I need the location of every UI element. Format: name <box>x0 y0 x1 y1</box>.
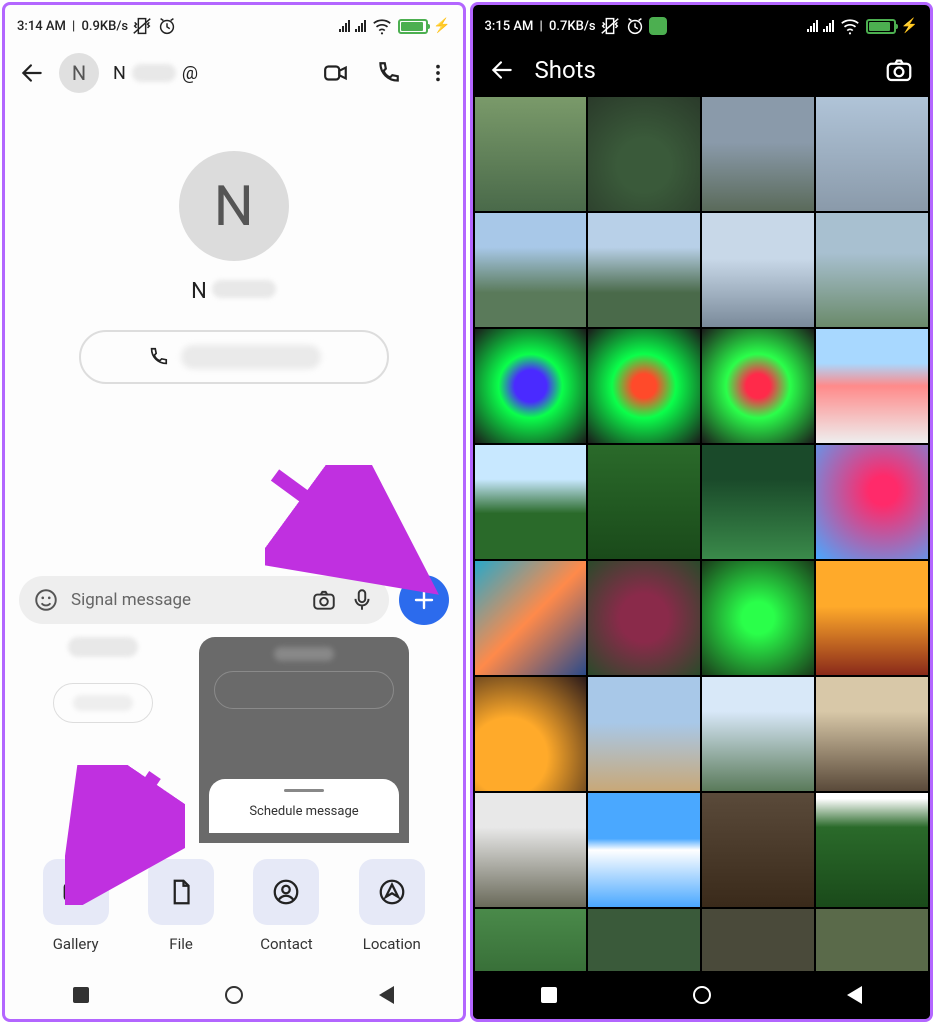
photo-thumb[interactable] <box>816 97 928 211</box>
nav-home-icon[interactable] <box>693 986 711 1004</box>
photo-thumb[interactable] <box>475 793 587 907</box>
photo-thumb[interactable] <box>475 213 587 327</box>
photo-thumb[interactable] <box>816 213 928 327</box>
contact-button[interactable]: Contact <box>253 859 319 953</box>
profile-name: N <box>191 279 276 304</box>
status-bar: 3:15 AM | 0.7KB/s ⚡ <box>473 5 931 43</box>
photo-thumb[interactable] <box>588 213 700 327</box>
signal-icon <box>339 20 350 32</box>
camera-icon[interactable] <box>311 587 337 613</box>
camera-icon[interactable] <box>884 55 914 85</box>
voice-call-icon[interactable] <box>375 60 401 86</box>
android-nav-bar <box>5 971 463 1019</box>
mic-icon[interactable] <box>349 587 375 613</box>
photo-thumb[interactable] <box>702 213 814 327</box>
message-input[interactable]: Signal message <box>19 576 389 624</box>
status-time: 3:14 AM <box>17 19 66 34</box>
app-icon <box>649 17 667 35</box>
photo-thumb[interactable] <box>816 329 928 443</box>
location-button[interactable]: Location <box>359 859 425 953</box>
phone-number-pill[interactable] <box>79 330 389 384</box>
plus-icon <box>412 588 436 612</box>
wifi-icon <box>839 15 861 37</box>
photo-thumb[interactable] <box>588 909 700 971</box>
gallery-icon <box>61 877 91 907</box>
photo-thumb[interactable] <box>475 329 587 443</box>
shots-header: Shots <box>473 43 931 97</box>
preview-blank <box>23 637 183 723</box>
vibrate-icon <box>131 15 153 37</box>
status-time: 3:15 AM <box>485 19 534 34</box>
photo-thumb[interactable] <box>588 793 700 907</box>
nav-recent-icon[interactable] <box>73 987 89 1003</box>
emoji-icon[interactable] <box>33 587 59 613</box>
nav-back-icon[interactable] <box>847 986 862 1004</box>
photo-thumb[interactable] <box>702 561 814 675</box>
status-speed: 0.7KB/s <box>549 19 596 34</box>
shots-title: Shots <box>535 56 865 84</box>
chat-header: N N @ <box>5 43 463 103</box>
photo-thumb[interactable] <box>475 97 587 211</box>
photo-thumb[interactable] <box>475 445 587 559</box>
schedule-label: Schedule message <box>249 804 358 819</box>
photo-thumb[interactable] <box>816 561 928 675</box>
input-placeholder: Signal message <box>71 590 299 610</box>
photo-thumb[interactable] <box>702 793 814 907</box>
attach-button[interactable] <box>399 575 449 625</box>
photo-thumb[interactable] <box>475 677 587 791</box>
schedule-message-card[interactable]: Schedule message <box>199 637 409 843</box>
chat-body: N N <box>5 103 463 575</box>
battery-icon <box>866 19 896 34</box>
more-icon[interactable] <box>427 62 449 84</box>
photo-thumb[interactable] <box>702 329 814 443</box>
signal-icon <box>355 20 366 32</box>
alarm-icon <box>156 15 178 37</box>
photo-thumb[interactable] <box>475 561 587 675</box>
photo-thumb[interactable] <box>702 445 814 559</box>
back-icon[interactable] <box>19 60 45 86</box>
back-icon[interactable] <box>489 57 515 83</box>
profile-avatar: N <box>179 151 289 261</box>
signal-icon <box>823 20 834 32</box>
alarm-icon <box>624 15 646 37</box>
message-input-row: Signal message <box>5 575 463 625</box>
photo-thumb[interactable] <box>816 677 928 791</box>
photo-thumb[interactable] <box>588 677 700 791</box>
photo-thumb[interactable] <box>702 97 814 211</box>
location-icon <box>377 877 407 907</box>
photo-thumb[interactable] <box>588 97 700 211</box>
phone-icon <box>147 346 169 368</box>
file-button[interactable]: File <box>148 859 214 953</box>
gallery-button[interactable]: Gallery <box>43 859 109 953</box>
video-call-icon[interactable] <box>323 60 349 86</box>
photo-grid <box>473 97 931 971</box>
status-bar: 3:14 AM | 0.9KB/s ⚡ <box>5 5 463 43</box>
contact-name[interactable]: N @ <box>113 63 309 84</box>
signal-chat-screen: 3:14 AM | 0.9KB/s ⚡ N N @ N <box>2 2 466 1022</box>
wifi-icon <box>371 15 393 37</box>
gallery-shots-screen: 3:15 AM | 0.7KB/s ⚡ Shots <box>470 2 934 1022</box>
attachment-panel: Schedule message Gallery File <box>5 637 463 971</box>
nav-home-icon[interactable] <box>225 986 243 1004</box>
nav-back-icon[interactable] <box>379 986 394 1004</box>
file-icon <box>166 877 196 907</box>
android-nav-bar <box>473 971 931 1019</box>
photo-thumb[interactable] <box>702 909 814 971</box>
status-speed: 0.9KB/s <box>82 19 129 34</box>
battery-icon <box>398 19 428 34</box>
photo-thumb[interactable] <box>475 909 587 971</box>
photo-thumb[interactable] <box>816 793 928 907</box>
photo-thumb[interactable] <box>588 561 700 675</box>
photo-thumb[interactable] <box>588 445 700 559</box>
nav-recent-icon[interactable] <box>541 987 557 1003</box>
vibrate-icon <box>599 15 621 37</box>
photo-thumb[interactable] <box>816 445 928 559</box>
contact-icon <box>271 877 301 907</box>
contact-avatar[interactable]: N <box>59 53 99 93</box>
photo-thumb[interactable] <box>816 909 928 971</box>
photo-thumb[interactable] <box>588 329 700 443</box>
photo-thumb[interactable] <box>702 677 814 791</box>
signal-icon <box>807 20 818 32</box>
